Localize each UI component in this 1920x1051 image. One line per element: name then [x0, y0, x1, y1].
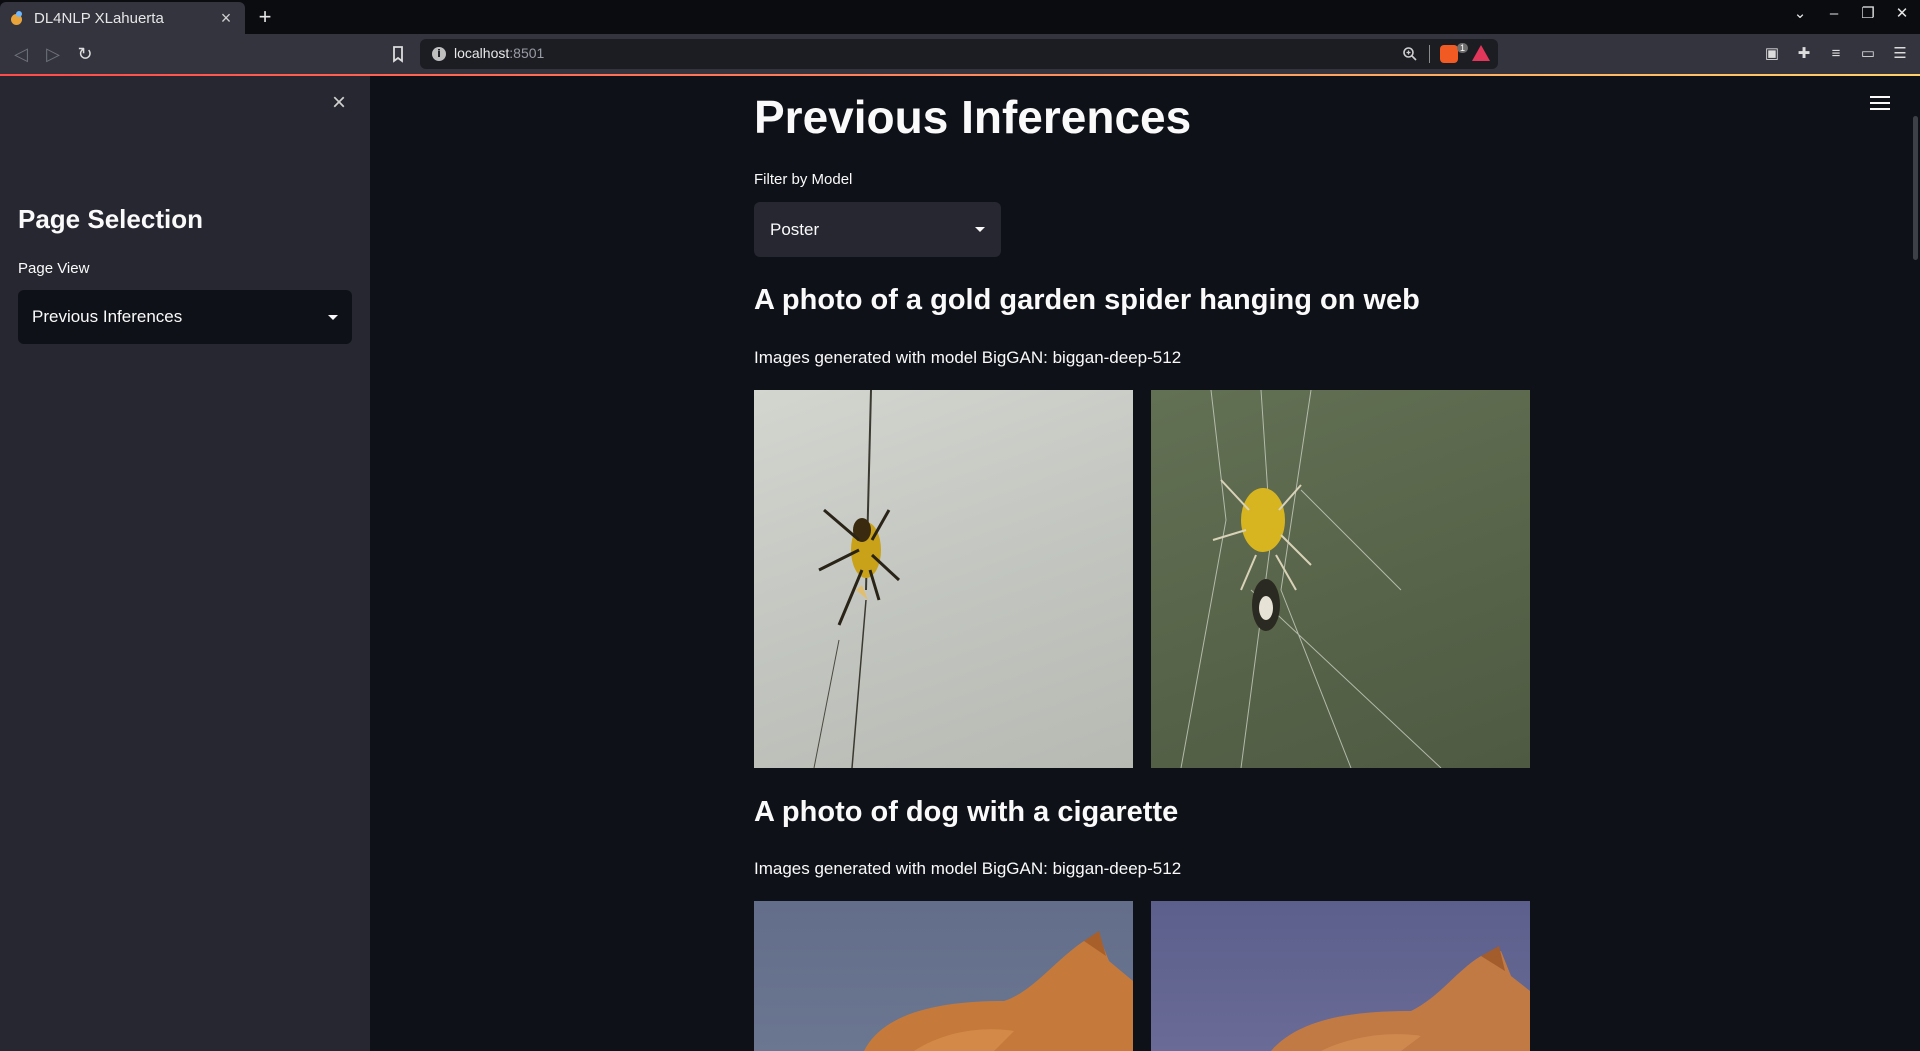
streamlit-favicon-icon [10, 11, 24, 25]
minimize-window-icon[interactable]: – [1824, 5, 1844, 22]
browser-tab-strip: DL4NLP XLahuerta × + ⌄ – ❐ ✕ [0, 0, 1920, 34]
page-view-selected-value: Previous Inferences [32, 307, 183, 326]
page-view-select[interactable]: Previous Inferences [18, 290, 352, 344]
extension-icons: ▣ ✚ ≡ ▭ ☰ [1762, 43, 1910, 63]
restore-window-icon[interactable]: ❐ [1858, 4, 1878, 22]
hamburger-menu-icon[interactable] [1870, 96, 1890, 112]
brave-shields-icon[interactable] [1440, 45, 1458, 63]
inference-model-text: Images generated with model BigGAN: bigg… [754, 348, 1182, 367]
inference-model-text: Images generated with model BigGAN: bigg… [754, 859, 1182, 878]
wallet-icon[interactable]: ▭ [1858, 43, 1878, 63]
inference-prompt-title: A photo of dog with a cigarette [754, 796, 1179, 828]
generated-dog-image-2 [1151, 901, 1530, 1051]
close-sidebar-icon[interactable]: × [326, 90, 352, 116]
sidebar: × Page Selection Page View Previous Infe… [0, 76, 370, 1051]
scrollbar[interactable] [1913, 116, 1918, 260]
window-controls: ⌄ – ❐ ✕ [1790, 4, 1912, 23]
tab-title: DL4NLP XLahuerta [34, 9, 164, 27]
close-window-icon[interactable]: ✕ [1892, 4, 1912, 22]
generated-dog-image-1 [754, 901, 1133, 1051]
page-view-label: Page View [18, 260, 90, 277]
address-bar-divider [1429, 45, 1430, 63]
chevron-down-icon [328, 314, 338, 320]
filter-selected-value: Poster [770, 219, 820, 239]
back-arrow-icon[interactable]: ◁ [10, 43, 32, 65]
playlist-icon[interactable]: ≡ [1826, 43, 1846, 63]
zoom-icon[interactable] [1402, 46, 1418, 62]
browser-tab[interactable]: DL4NLP XLahuerta × [0, 2, 245, 34]
generated-spider-image-2 [1151, 390, 1530, 768]
new-tab-button[interactable]: + [254, 6, 276, 28]
url-port: :8501 [509, 45, 545, 61]
inference-prompt-title: A photo of a gold garden spider hanging … [754, 284, 1420, 316]
sidebar-title: Page Selection [18, 204, 203, 234]
url-text[interactable]: localhost:8501 [454, 45, 544, 61]
forward-arrow-icon[interactable]: ▷ [42, 43, 64, 65]
chevron-down-icon [975, 227, 985, 232]
url-host: localhost [454, 45, 510, 61]
browser-toolbar: ◁ ▷ ↻ i localhost:8501 1 ▣ ✚ ≡ ▭ ☰ [0, 34, 1920, 74]
filter-by-model-select[interactable]: Poster [754, 202, 1001, 257]
tab-close-icon[interactable]: × [217, 9, 235, 27]
filter-by-model-label: Filter by Model [754, 171, 853, 188]
browser-menu-icon[interactable]: ☰ [1890, 43, 1910, 63]
tab-list-chevron-icon[interactable]: ⌄ [1790, 4, 1810, 22]
reload-icon[interactable]: ↻ [74, 43, 96, 65]
bitwarden-extension-icon[interactable]: ▣ [1762, 43, 1782, 63]
page-title: Previous Inferences [754, 91, 1192, 143]
site-info-icon[interactable]: i [432, 47, 446, 61]
generated-spider-image-1 [754, 390, 1133, 768]
bookmark-icon[interactable] [388, 44, 408, 64]
shields-count-badge: 1 [1456, 43, 1468, 53]
extensions-puzzle-icon[interactable]: ✚ [1794, 43, 1814, 63]
brave-rewards-icon[interactable] [1472, 45, 1490, 61]
address-bar[interactable]: i localhost:8501 1 [420, 39, 1498, 69]
